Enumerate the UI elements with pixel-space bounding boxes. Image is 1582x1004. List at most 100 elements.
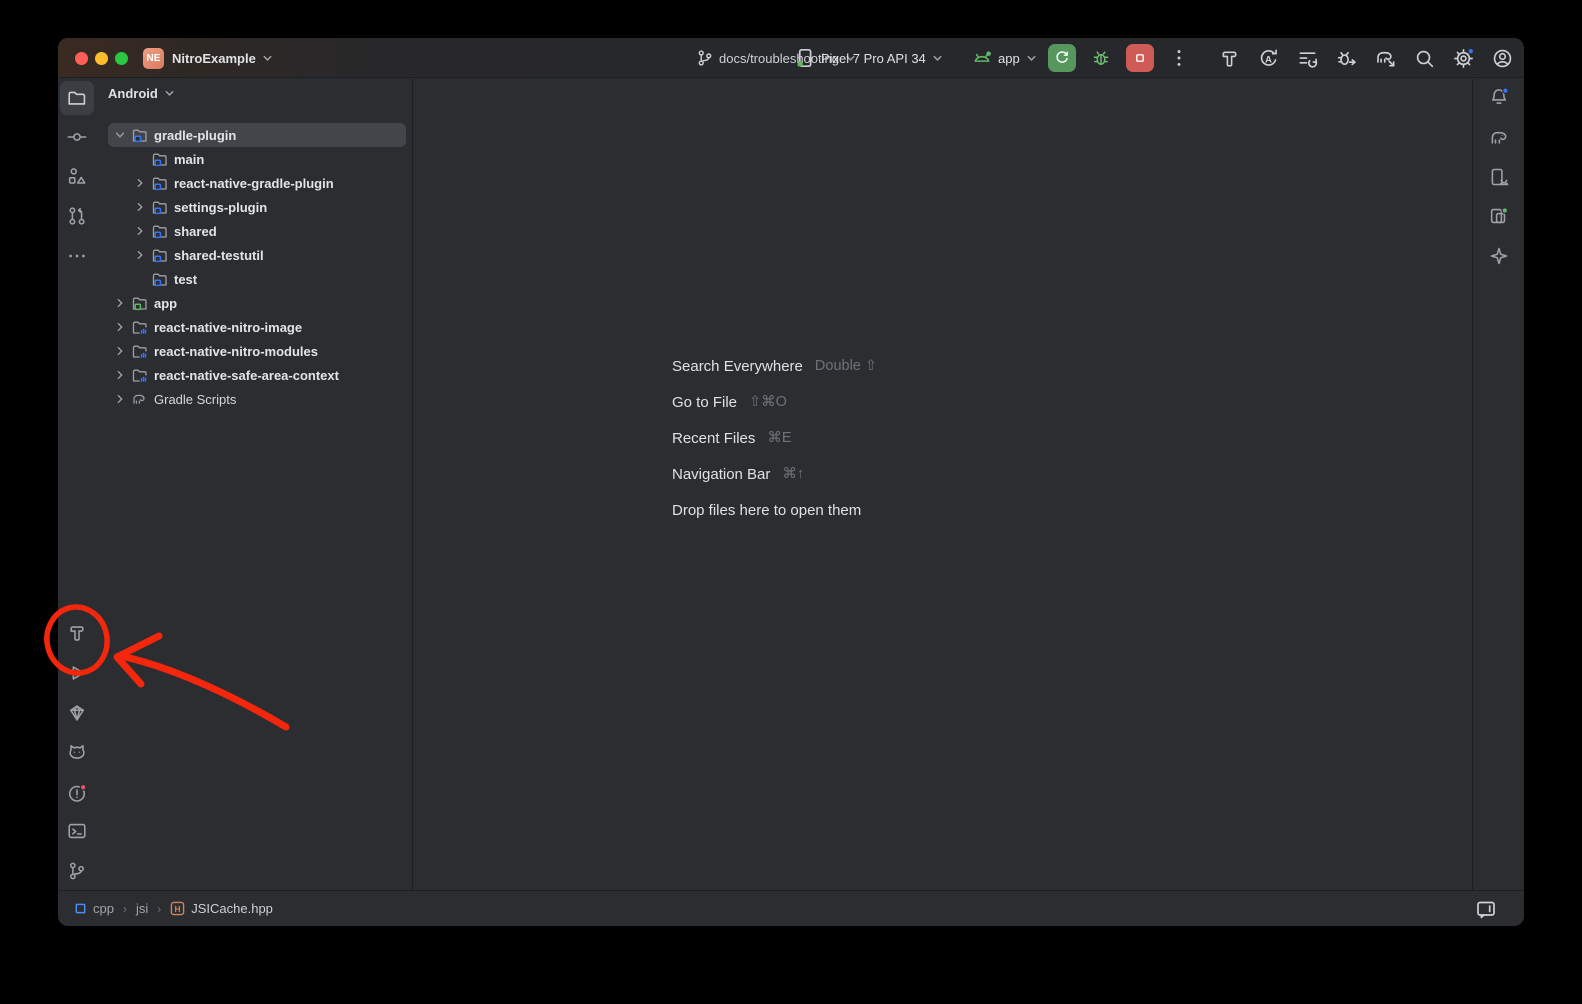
- tool-pull-requests[interactable]: [60, 199, 94, 233]
- project-widget[interactable]: NE NitroExample: [143, 38, 274, 78]
- tree-expand-right-icon[interactable]: [112, 367, 128, 383]
- zoom-window-button[interactable]: [115, 52, 128, 65]
- tree-item-gradle-plugin[interactable]: gradle-plugin: [96, 123, 408, 147]
- gradle-sync-button[interactable]: [1373, 46, 1397, 70]
- device-name: Pixel 7 Pro API 34: [821, 51, 926, 66]
- tree-expand-right-icon[interactable]: [132, 175, 148, 191]
- tree-expand-down-icon[interactable]: [112, 127, 128, 143]
- sync-lists-button[interactable]: [1295, 46, 1319, 70]
- tree-item-app[interactable]: app: [96, 291, 408, 315]
- tree-expand-right-icon[interactable]: [112, 343, 128, 359]
- tree-item-label: shared-testutil: [174, 248, 264, 263]
- gear-dot-icon: [1452, 47, 1475, 70]
- folder-library-icon: [131, 343, 148, 360]
- tool-structure[interactable]: [60, 159, 94, 193]
- branch-icon: [695, 46, 715, 70]
- stop-square-icon: [1130, 48, 1150, 68]
- tree-item-test[interactable]: test: [96, 267, 408, 291]
- apply-a-icon: A: [1257, 47, 1280, 70]
- tree-item-main[interactable]: main: [96, 147, 408, 171]
- tree-item-label: Gradle Scripts: [154, 392, 236, 407]
- tree-item-label: react-native-safe-area-context: [154, 368, 339, 383]
- run-controls: [1048, 38, 1191, 78]
- titlebar-actions: A: [1217, 38, 1514, 78]
- cpp-square-icon: [74, 902, 87, 915]
- shortcut-hint: Recent Files⌘E: [672, 420, 877, 456]
- tool-device-manager[interactable]: [1482, 160, 1516, 194]
- tool-project[interactable]: [60, 81, 94, 115]
- breadcrumb-separator: ›: [157, 902, 161, 916]
- build-button[interactable]: [1217, 46, 1241, 70]
- breadcrumb-item[interactable]: jsi: [136, 901, 148, 916]
- device-icon: [793, 46, 817, 70]
- editor-shortcuts: Search EverywhereDouble ⇧Go to File⇧⌘ORe…: [672, 348, 877, 528]
- tree-item-react-native-nitro-image[interactable]: react-native-nitro-image: [96, 315, 408, 339]
- account-button[interactable]: [1490, 46, 1514, 70]
- tree-item-react-native-safe-area-context[interactable]: react-native-safe-area-context: [96, 363, 408, 387]
- project-tool-window: Android gradle-plugin mainreact-native-gr…: [96, 79, 412, 890]
- tool-commit[interactable]: [60, 120, 94, 154]
- tree-item-settings-plugin[interactable]: settings-plugin: [96, 195, 408, 219]
- minimize-window-button[interactable]: [95, 52, 108, 65]
- shortcut-label: Search Everywhere: [672, 358, 803, 375]
- shortcut-label: Recent Files: [672, 430, 755, 447]
- hammer-icon: [1218, 47, 1241, 70]
- close-window-button[interactable]: [75, 52, 88, 65]
- attach-debugger-button[interactable]: [1334, 46, 1358, 70]
- debug-button[interactable]: [1089, 46, 1113, 70]
- tool-gemini[interactable]: [1482, 239, 1516, 273]
- folder-module-blue-icon: [151, 175, 168, 192]
- device-selector[interactable]: Pixel 7 Pro API 34: [793, 38, 944, 78]
- more-actions-button[interactable]: [1167, 46, 1191, 70]
- sparkle-icon: [1488, 245, 1510, 267]
- tool-gradle[interactable]: [1482, 121, 1516, 155]
- running-devices-icon: [1488, 205, 1510, 227]
- feedback-icon[interactable]: [1474, 897, 1498, 921]
- folder-icon: [66, 87, 88, 109]
- tool-terminal[interactable]: [60, 814, 94, 848]
- tree-item-shared[interactable]: shared: [96, 219, 408, 243]
- shortcut-keys: ⇧⌘O: [749, 394, 787, 410]
- tree-expand-right-icon[interactable]: [132, 199, 148, 215]
- tool-notifications[interactable]: [1482, 80, 1516, 114]
- chevron-down-icon: [163, 87, 176, 100]
- tool-app-quality-insights[interactable]: [60, 696, 94, 730]
- diamond-icon: [66, 702, 88, 724]
- tree-item-label: gradle-plugin: [154, 128, 236, 143]
- tree-expand-right-icon[interactable]: [112, 319, 128, 335]
- tool-running-devices[interactable]: [1482, 199, 1516, 233]
- shortcut-hint: Navigation Bar⌘↑: [672, 456, 877, 492]
- chevron-down-icon: [261, 52, 274, 65]
- search-everywhere-button[interactable]: [1412, 46, 1436, 70]
- tree-expand-right-icon[interactable]: [132, 247, 148, 263]
- bug-arrow-icon: [1335, 47, 1358, 70]
- breadcrumb-item[interactable]: cpp: [74, 901, 114, 916]
- tree-item-gradle-scripts[interactable]: Gradle Scripts: [96, 387, 408, 411]
- tree-item-label: settings-plugin: [174, 200, 267, 215]
- tree-expand-right-icon[interactable]: [132, 223, 148, 239]
- tree-item-shared-testutil[interactable]: shared-testutil: [96, 243, 408, 267]
- tree-item-react-native-nitro-modules[interactable]: react-native-nitro-modules: [96, 339, 408, 363]
- tree-expand-right-icon[interactable]: [112, 391, 128, 407]
- apply-changes-button[interactable]: A: [1256, 46, 1280, 70]
- tool-more[interactable]: [60, 239, 94, 273]
- tree-item-react-native-gradle-plugin[interactable]: react-native-gradle-plugin: [96, 171, 408, 195]
- shortcut-keys: ⌘↑: [782, 466, 804, 482]
- svg-text:H: H: [175, 904, 181, 914]
- project-view-selector[interactable]: Android: [108, 86, 176, 101]
- tree-expand-right-icon[interactable]: [112, 295, 128, 311]
- bell-dot-icon: [1488, 86, 1510, 108]
- tool-problems[interactable]: [60, 776, 94, 810]
- breadcrumb-label: cpp: [93, 901, 114, 916]
- tree-item-label: test: [174, 272, 197, 287]
- tool-run[interactable]: [60, 656, 94, 690]
- tool-version-control[interactable]: [60, 854, 94, 888]
- tool-logcat[interactable]: [60, 736, 94, 770]
- folder-module-blue-icon: [151, 271, 168, 288]
- breadcrumb-item[interactable]: HJSICache.hpp: [170, 901, 273, 916]
- tool-build[interactable]: [60, 616, 94, 650]
- settings-button[interactable]: [1451, 46, 1475, 70]
- rerun-button[interactable]: [1048, 44, 1076, 72]
- run-config-selector[interactable]: app: [970, 38, 1038, 78]
- stop-button[interactable]: [1126, 44, 1154, 72]
